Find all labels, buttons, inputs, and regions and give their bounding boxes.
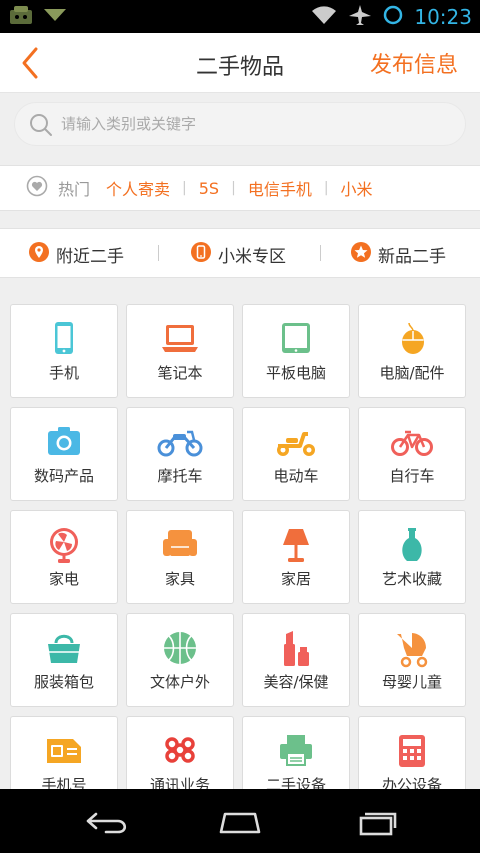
calculator-icon xyxy=(399,735,425,767)
category-digital[interactable]: 数码产品 xyxy=(10,407,118,501)
back-icon xyxy=(86,812,127,834)
category-label: 美容/保健 xyxy=(263,673,329,691)
motorcycle-icon xyxy=(157,430,203,457)
hot-label: 热门 xyxy=(58,180,91,199)
airplane-icon xyxy=(348,4,372,30)
bag-icon xyxy=(48,634,80,663)
category-label: 服装箱包 xyxy=(33,673,94,691)
search-box[interactable] xyxy=(14,102,466,146)
category-ebike[interactable]: 电动车 xyxy=(242,407,350,501)
quick-link-label: 新品二手 xyxy=(378,246,446,267)
back-button[interactable] xyxy=(16,45,46,81)
bicycle-icon xyxy=(391,430,433,456)
category-motorcycle[interactable]: 摩托车 xyxy=(126,407,234,501)
nav-recents-button[interactable] xyxy=(345,807,405,837)
category-sports[interactable]: 文体户外 xyxy=(126,613,234,707)
category-label: 家电 xyxy=(48,570,79,588)
recents-icon xyxy=(359,812,397,836)
phone-icon xyxy=(190,241,212,267)
divider xyxy=(320,245,321,261)
nav-back-button[interactable] xyxy=(78,807,138,837)
mobile-icon xyxy=(55,322,73,354)
header: 二手物品 发布信息 xyxy=(0,33,480,93)
hot-tag[interactable]: 小米 xyxy=(341,176,373,200)
quick-link-new[interactable]: 新品二手 xyxy=(350,241,446,267)
category-label: 电动车 xyxy=(273,467,319,485)
search-icon xyxy=(29,113,53,141)
publish-button[interactable]: 发布信息 xyxy=(370,47,458,79)
category-baby[interactable]: 母婴儿童 xyxy=(358,613,466,707)
basketball-icon xyxy=(164,632,196,664)
home-icon xyxy=(219,812,261,834)
category-label: 摩托车 xyxy=(157,467,203,485)
quick-link-label: 小米专区 xyxy=(218,246,286,267)
category-bicycle[interactable]: 自行车 xyxy=(358,407,466,501)
category-clothing[interactable]: 服装箱包 xyxy=(10,613,118,707)
android-icon xyxy=(8,5,34,29)
category-label: 手机 xyxy=(48,364,79,382)
stroller-icon xyxy=(397,633,428,668)
chevron-left-icon xyxy=(22,47,38,79)
vase-icon xyxy=(402,528,422,561)
lamp-icon xyxy=(283,529,309,562)
laptop-icon xyxy=(162,325,198,352)
sync-icon xyxy=(382,4,404,30)
category-home[interactable]: 家居 xyxy=(242,510,350,604)
clock: 10:23 xyxy=(414,5,472,29)
divider: | xyxy=(323,180,329,196)
hot-tag[interactable]: 个人寄卖 xyxy=(106,176,170,200)
category-label: 数码产品 xyxy=(33,467,94,485)
camera-icon xyxy=(48,427,80,455)
category-label: 母婴儿童 xyxy=(381,673,442,691)
divider: | xyxy=(231,180,236,196)
printer-icon xyxy=(280,735,312,766)
divider: | xyxy=(182,180,187,196)
scooter-icon xyxy=(277,432,315,456)
category-label: 家具 xyxy=(164,570,195,588)
category-label: 笔记本 xyxy=(157,364,203,382)
heart-icon xyxy=(26,175,48,201)
fan-icon xyxy=(50,528,78,563)
lipstick-icon xyxy=(284,631,309,666)
tablet-icon xyxy=(282,323,310,353)
category-tablet[interactable]: 平板电脑 xyxy=(242,304,350,398)
quick-link-label: 附近二手 xyxy=(56,246,124,267)
category-label: 平板电脑 xyxy=(265,364,326,382)
star-icon xyxy=(350,241,372,267)
category-appliance[interactable]: 家电 xyxy=(10,510,118,604)
category-label: 家居 xyxy=(280,570,311,588)
category-phone[interactable]: 手机 xyxy=(10,304,118,398)
hot-tags-bar: 热门 个人寄卖 | 5S | 电信手机 | 小米 xyxy=(0,165,480,211)
quick-link-xiaomi[interactable]: 小米专区 xyxy=(190,241,286,267)
category-label: 电脑/配件 xyxy=(379,364,445,382)
status-bar: 10:23 xyxy=(0,0,480,33)
hot-tag[interactable]: 5S xyxy=(199,179,219,198)
navigation-bar xyxy=(0,789,480,853)
divider xyxy=(158,245,159,261)
sofa-icon xyxy=(163,530,197,556)
wifi-icon xyxy=(310,4,338,30)
category-art[interactable]: 艺术收藏 xyxy=(358,510,466,604)
quick-links-bar: 附近二手 小米专区 新品二手 xyxy=(0,228,480,278)
nav-home-button[interactable] xyxy=(210,807,270,837)
category-furniture[interactable]: 家具 xyxy=(126,510,234,604)
sim-card-icon xyxy=(47,739,81,763)
quick-link-nearby[interactable]: 附近二手 xyxy=(28,241,124,267)
mouse-icon xyxy=(402,322,424,354)
unicom-icon xyxy=(165,737,195,763)
download-icon xyxy=(42,5,68,29)
category-laptop[interactable]: 笔记本 xyxy=(126,304,234,398)
category-label: 自行车 xyxy=(389,467,435,485)
category-label: 艺术收藏 xyxy=(381,570,442,588)
hot-tag[interactable]: 电信手机 xyxy=(248,176,312,200)
category-computer[interactable]: 电脑/配件 xyxy=(358,304,466,398)
location-icon xyxy=(28,241,50,267)
category-beauty[interactable]: 美容/保健 xyxy=(242,613,350,707)
category-label: 文体户外 xyxy=(149,673,210,691)
search-input[interactable] xyxy=(61,103,441,145)
